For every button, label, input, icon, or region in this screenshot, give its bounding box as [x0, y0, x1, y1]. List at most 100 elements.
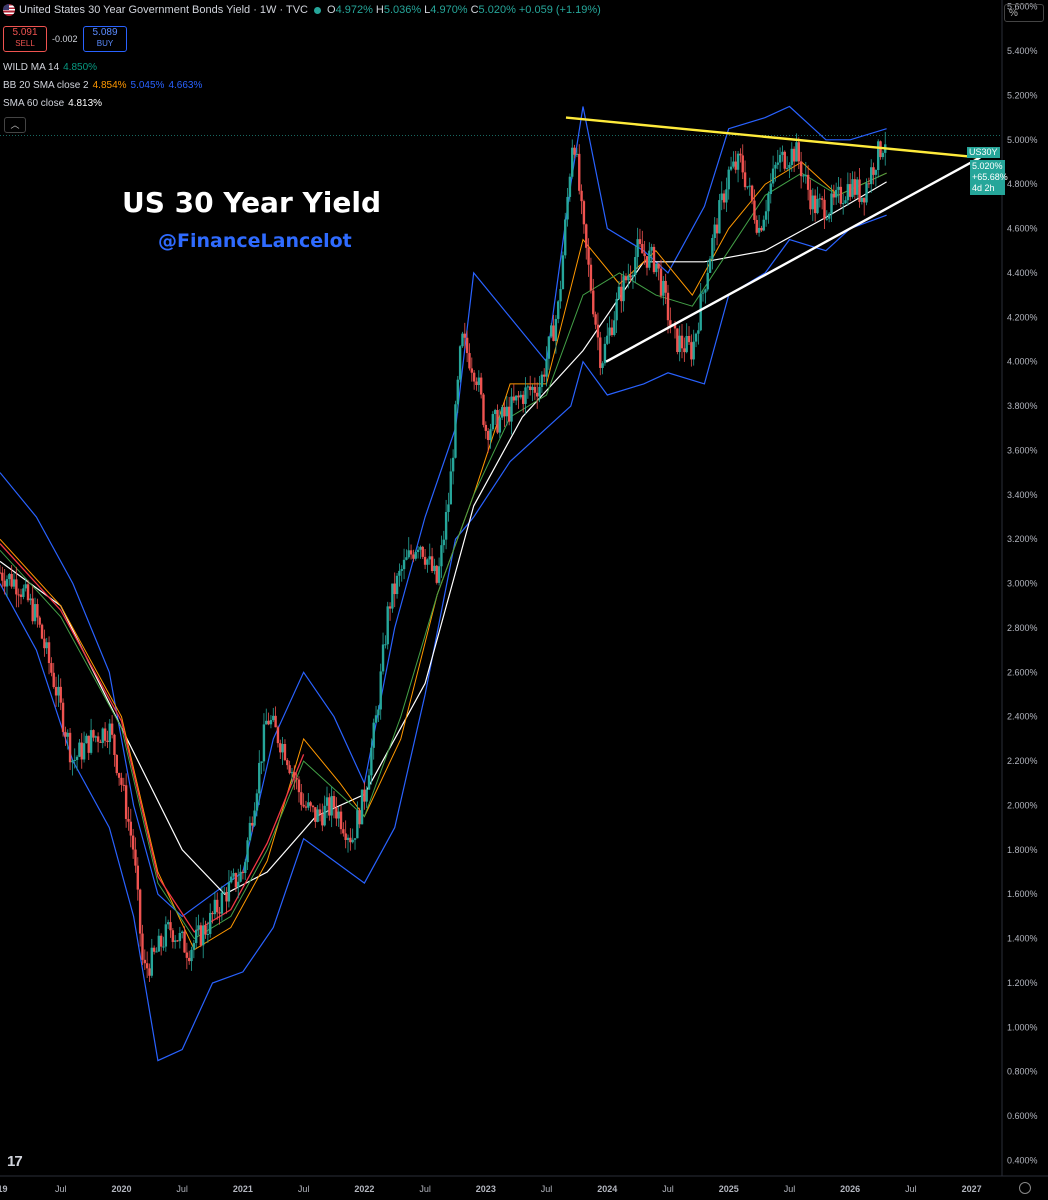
- collapse-legend-button[interactable]: ︿: [4, 117, 26, 133]
- candle-body: [449, 471, 452, 505]
- us-flag-icon: [3, 4, 15, 16]
- sell-button[interactable]: 5.091 SELL: [3, 26, 47, 52]
- candle-body: [580, 190, 583, 202]
- candle-body: [276, 727, 280, 744]
- candle-body: [666, 292, 670, 321]
- candle-body: [244, 862, 247, 874]
- candle-body: [722, 193, 726, 203]
- candle-body: [692, 341, 695, 360]
- candle-body: [145, 963, 149, 969]
- candle-body: [697, 330, 700, 334]
- candle-body: [870, 167, 873, 185]
- candle-body: [36, 604, 39, 618]
- candle-body: [3, 580, 6, 587]
- unit-button[interactable]: %: [1004, 4, 1044, 22]
- candle-body: [811, 195, 815, 210]
- candle-body: [283, 743, 287, 761]
- candle-body: [564, 219, 567, 256]
- candle-body: [732, 161, 735, 167]
- candle-body: [110, 723, 114, 735]
- candle-body: [606, 335, 609, 344]
- candle-body: [169, 922, 172, 931]
- candle-body: [351, 839, 354, 843]
- candle-body: [521, 394, 525, 404]
- candle-body: [253, 810, 256, 826]
- candle-body: [377, 709, 380, 716]
- candle-body: [594, 314, 597, 325]
- indicator-row[interactable]: SMA 60 close 4.813%: [3, 98, 106, 109]
- candle-body: [510, 396, 513, 422]
- candle-body: [379, 671, 382, 710]
- candle-body: [468, 353, 471, 369]
- candle-body: [853, 179, 857, 195]
- indicator-name: BB 20 SMA close 2: [3, 80, 89, 91]
- author-handle: @FinanceLancelot: [158, 230, 352, 252]
- candle-body: [407, 550, 410, 558]
- x-tick-label: 2027: [962, 1184, 982, 1194]
- market-open-dot-icon: [314, 6, 322, 14]
- candle-body: [489, 429, 492, 441]
- candle-body: [230, 876, 233, 883]
- candle-body: [43, 638, 46, 649]
- candle-body: [131, 835, 135, 850]
- x-tick-label: Jul: [55, 1184, 67, 1194]
- candle-body: [337, 811, 340, 819]
- candle-body: [687, 335, 691, 343]
- x-tick-label: Jul: [419, 1184, 431, 1194]
- tradingview-logo-icon[interactable]: 17: [7, 1153, 23, 1170]
- indicator-row[interactable]: BB 20 SMA close 2 4.854% 5.045% 4.663%: [3, 80, 206, 91]
- candle-body: [194, 929, 198, 944]
- candle-body: [531, 386, 534, 390]
- candle-body: [26, 584, 30, 601]
- candle-body: [622, 276, 625, 302]
- candle-body: [881, 152, 885, 158]
- candle-body: [641, 243, 644, 254]
- candle-body: [528, 386, 532, 390]
- x-tick-label: 2023: [476, 1184, 496, 1194]
- candle-body: [428, 556, 431, 560]
- candle-body: [232, 873, 235, 877]
- candle-body: [617, 286, 621, 300]
- candle-body: [650, 246, 653, 251]
- candle-body: [465, 337, 469, 354]
- buy-button[interactable]: 5.089 BUY: [83, 26, 127, 52]
- candle-body: [825, 218, 829, 220]
- bb-upper-line: [0, 105, 887, 918]
- y-tick-label: 5.400%: [1007, 46, 1038, 56]
- candle-body: [444, 511, 448, 540]
- candle-body: [24, 584, 27, 589]
- candle-body: [211, 912, 214, 915]
- candle-body: [806, 174, 810, 190]
- y-tick-label: 4.400%: [1007, 268, 1038, 278]
- candle-body: [89, 730, 93, 753]
- candle-body: [713, 224, 716, 239]
- chart-symbol-title[interactable]: United States 30 Year Government Bonds Y…: [19, 4, 308, 16]
- candle-body: [94, 736, 97, 738]
- candle-body: [45, 642, 48, 649]
- candle-body: [690, 342, 693, 360]
- indicator-row[interactable]: WILD MA 14 4.850%: [3, 62, 101, 73]
- settings-icon[interactable]: [1019, 1182, 1031, 1194]
- last-price-tag: 5.020% +65.68% 4d 2h: [970, 160, 1008, 195]
- ohlc-value: 5.020%: [478, 4, 516, 16]
- y-tick-label: 5.200%: [1007, 90, 1038, 100]
- candle-body: [561, 255, 565, 290]
- price-chart[interactable]: 0.400% 0.600% 0.800% 1.000% 1.200% 1.400% 1.60…: [0, 0, 1048, 1200]
- chart-area[interactable]: 0.400% 0.600% 0.800% 1.000% 1.200% 1.400% 1.60…: [0, 0, 1048, 1200]
- candle-body: [573, 147, 576, 155]
- buy-label: BUY: [96, 39, 114, 48]
- x-tick-label: 2025: [719, 1184, 739, 1194]
- candle-body: [353, 838, 357, 840]
- y-tick-label: 3.400%: [1007, 490, 1038, 500]
- candle-body: [358, 810, 361, 825]
- candle-body: [290, 772, 294, 774]
- x-tick-label: Jul: [176, 1184, 188, 1194]
- candle-body: [685, 335, 688, 353]
- candle-body: [636, 239, 639, 258]
- candle-body: [482, 394, 485, 425]
- candle-body: [176, 940, 179, 942]
- candle-body: [844, 200, 847, 204]
- candle-body: [124, 785, 128, 819]
- candle-body: [297, 779, 301, 793]
- candle-body: [15, 579, 18, 595]
